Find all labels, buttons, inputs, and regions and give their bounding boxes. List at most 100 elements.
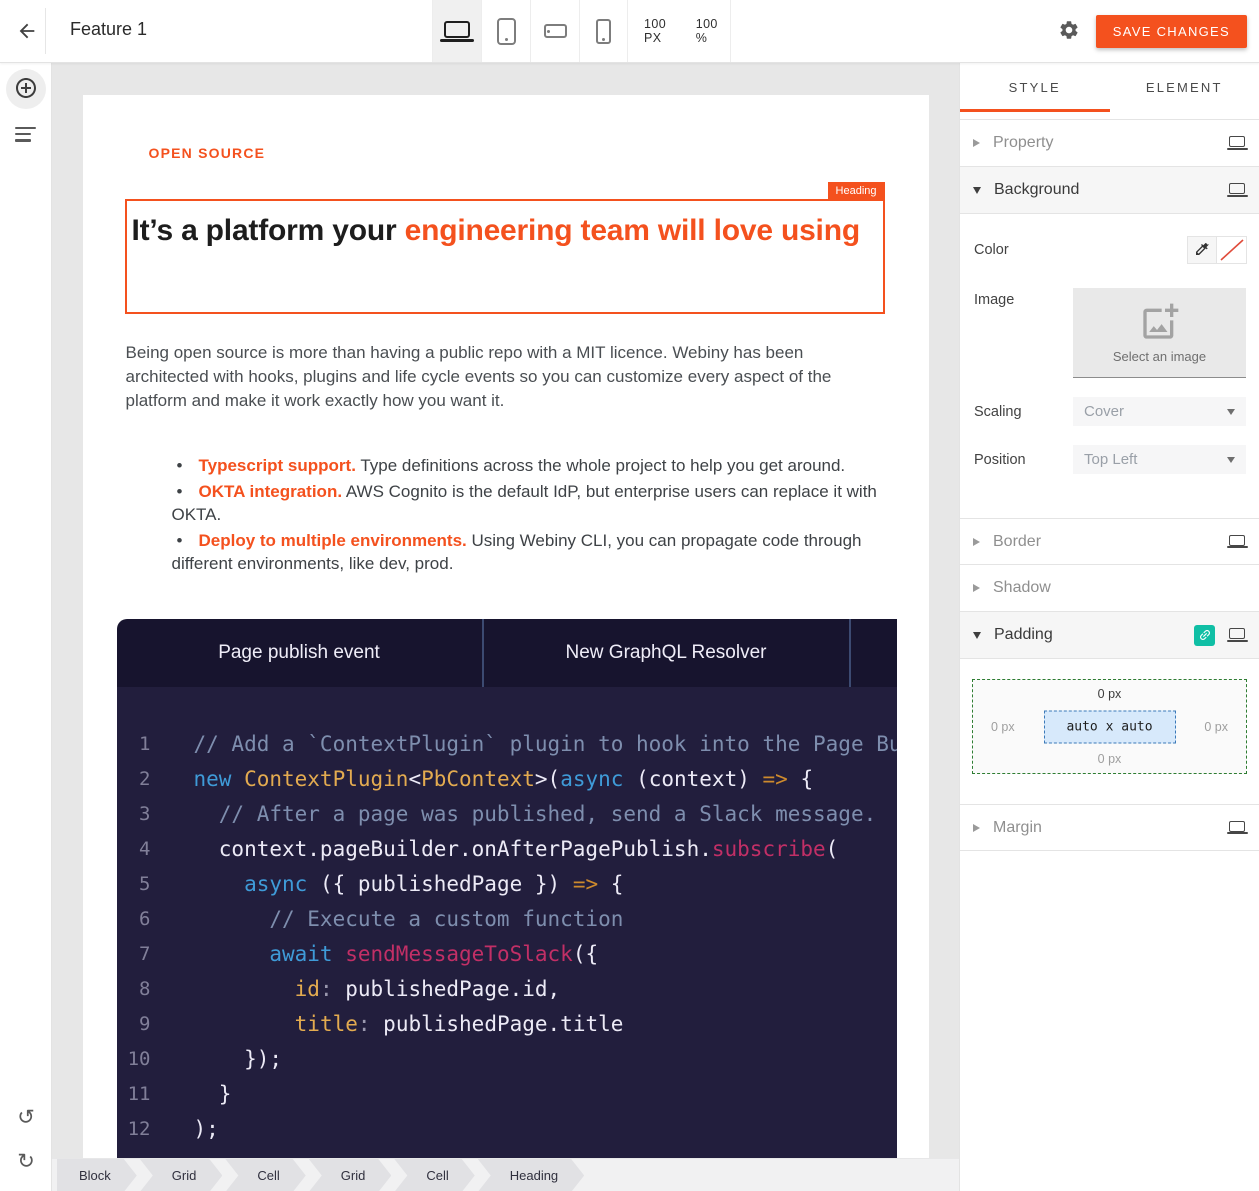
code-line: 9 title: publishedPage.title xyxy=(117,1007,897,1042)
line-number: 5 xyxy=(117,867,151,902)
redo-icon: ↻ xyxy=(17,1150,35,1173)
device-desktop-button[interactable] xyxy=(432,0,481,62)
add-image-icon xyxy=(1140,302,1180,345)
undo-icon: ↺ xyxy=(17,1106,35,1129)
section-property[interactable]: Property xyxy=(960,120,1259,167)
tab-element[interactable]: ELEMENT xyxy=(1110,63,1259,112)
top-bar: Feature 1 100 PX 100 % SAVE CHANGES xyxy=(0,0,1259,63)
add-circle-icon xyxy=(14,76,38,103)
heading-dark-text: It’s a platform your xyxy=(132,214,405,247)
redo-button[interactable]: ↻ xyxy=(13,1149,39,1175)
canvas-zoom-value: 100 % xyxy=(696,17,730,45)
element-type-badge: Heading xyxy=(828,182,885,200)
caret-down-icon xyxy=(1227,457,1235,463)
tablet-icon xyxy=(497,18,516,45)
section-label: Shadow xyxy=(993,579,1051,597)
responsive-laptop-icon[interactable] xyxy=(1229,535,1245,546)
section-label: Border xyxy=(993,533,1041,551)
color-picker-button[interactable] xyxy=(1187,236,1217,264)
topbar-divider xyxy=(45,8,46,54)
tab-style[interactable]: STYLE xyxy=(960,63,1110,112)
code-screenshot[interactable]: Page publish eventNew GraphQL Resolver 1… xyxy=(117,619,897,1165)
position-select[interactable]: Top Left xyxy=(1073,445,1246,474)
section-background[interactable]: Background xyxy=(960,167,1259,214)
section-margin[interactable]: Margin xyxy=(960,804,1259,851)
code-line: 8 id: publishedPage.id, xyxy=(117,972,897,1007)
code-line: 6 // Execute a custom function xyxy=(117,902,897,937)
section-expanded-icon xyxy=(973,187,981,194)
active-tab-indicator xyxy=(960,109,1110,112)
bullet-icon: • xyxy=(172,454,199,477)
line-number: 11 xyxy=(117,1077,151,1112)
position-label: Position xyxy=(974,452,1073,468)
canvas-dimensions: 100 PX 100 % xyxy=(627,0,731,62)
mobile-portrait-icon xyxy=(596,19,611,44)
select-image-dropzone[interactable]: Select an image xyxy=(1073,288,1246,378)
settings-button[interactable] xyxy=(1058,19,1080,44)
line-number: 2 xyxy=(117,762,151,797)
color-label: Color xyxy=(974,242,1073,258)
padding-top-value[interactable]: 0 px xyxy=(973,687,1246,701)
breadcrumb-item-cell[interactable]: Cell xyxy=(225,1159,305,1191)
scaling-select[interactable]: Cover xyxy=(1073,397,1246,426)
scaling-label: Scaling xyxy=(974,404,1073,420)
padding-left-value[interactable]: 0 px xyxy=(991,720,1015,734)
selected-heading-block[interactable]: Heading It’s a platform your engineering… xyxy=(125,199,885,314)
code-tab-bar: Page publish eventNew GraphQL Resolver xyxy=(117,619,897,687)
code-tab: New GraphQL Resolver xyxy=(484,619,851,687)
line-number: 1 xyxy=(117,727,151,762)
line-number: 12 xyxy=(117,1112,151,1147)
eyedropper-icon xyxy=(1194,241,1210,260)
navigator-button[interactable] xyxy=(15,127,37,145)
device-mobile-portrait-button[interactable] xyxy=(579,0,628,62)
page-heading: It’s a platform your engineering team wi… xyxy=(132,204,879,258)
padding-right-value[interactable]: 0 px xyxy=(1204,720,1228,734)
padding-bottom-value[interactable]: 0 px xyxy=(973,752,1246,766)
device-tablet-button[interactable] xyxy=(481,0,530,62)
mobile-landscape-icon xyxy=(544,24,567,38)
panel-tab-bar: STYLE ELEMENT xyxy=(960,63,1259,112)
device-mobile-landscape-button[interactable] xyxy=(530,0,579,62)
code-line: 11 } xyxy=(117,1077,897,1112)
section-label: Margin xyxy=(993,819,1042,837)
feature-list[interactable]: •Typescript support. Type definitions ac… xyxy=(172,454,914,575)
section-label: Padding xyxy=(994,626,1053,644)
breadcrumb-item-grid[interactable]: Grid xyxy=(309,1159,392,1191)
style-panel: STYLE ELEMENT Property Background Color xyxy=(959,63,1259,1191)
section-label: Property xyxy=(993,134,1053,152)
line-number: 10 xyxy=(117,1042,151,1077)
page-title: Feature 1 xyxy=(70,19,147,40)
add-element-button[interactable] xyxy=(6,69,46,109)
canvas-width-value: 100 PX xyxy=(644,17,684,45)
left-toolbar: ↺ ↻ xyxy=(0,63,52,1191)
code-line: 5 async ({ publishedPage }) => { xyxy=(117,867,897,902)
responsive-laptop-icon[interactable] xyxy=(1229,136,1245,147)
code-line: 3 // After a page was published, send a … xyxy=(117,797,897,832)
code-line: 12); xyxy=(117,1112,897,1147)
no-color-button[interactable] xyxy=(1217,236,1247,264)
kicker-text[interactable]: OPEN SOURCE xyxy=(149,95,929,161)
line-number: 9 xyxy=(117,1007,151,1042)
back-button[interactable] xyxy=(10,15,44,49)
breadcrumb-item-block[interactable]: Block xyxy=(57,1159,137,1191)
responsive-laptop-icon[interactable] xyxy=(1229,628,1245,639)
breadcrumb-item-cell[interactable]: Cell xyxy=(394,1159,474,1191)
code-lines: 1// Add a `ContextPlugin` plugin to hook… xyxy=(117,687,897,1165)
undo-button[interactable]: ↺ xyxy=(13,1105,39,1131)
breadcrumb-item-grid[interactable]: Grid xyxy=(140,1159,223,1191)
responsive-laptop-icon[interactable] xyxy=(1229,821,1245,832)
section-expanded-icon xyxy=(973,632,981,639)
list-item-lead: Deploy to multiple environments. xyxy=(199,531,467,550)
code-line: 4 context.pageBuilder.onAfterPagePublish… xyxy=(117,832,897,867)
breadcrumb-item-heading[interactable]: Heading xyxy=(478,1159,584,1191)
select-image-label: Select an image xyxy=(1113,349,1206,364)
save-changes-button[interactable]: SAVE CHANGES xyxy=(1096,15,1247,48)
section-padding[interactable]: Padding xyxy=(960,612,1259,659)
link-values-button[interactable] xyxy=(1194,625,1215,646)
line-number: 4 xyxy=(117,832,151,867)
intro-paragraph[interactable]: Being open source is more than having a … xyxy=(126,341,882,413)
section-shadow[interactable]: Shadow xyxy=(960,565,1259,612)
responsive-laptop-icon[interactable] xyxy=(1229,183,1245,194)
link-icon xyxy=(1195,625,1215,645)
section-border[interactable]: Border xyxy=(960,518,1259,565)
